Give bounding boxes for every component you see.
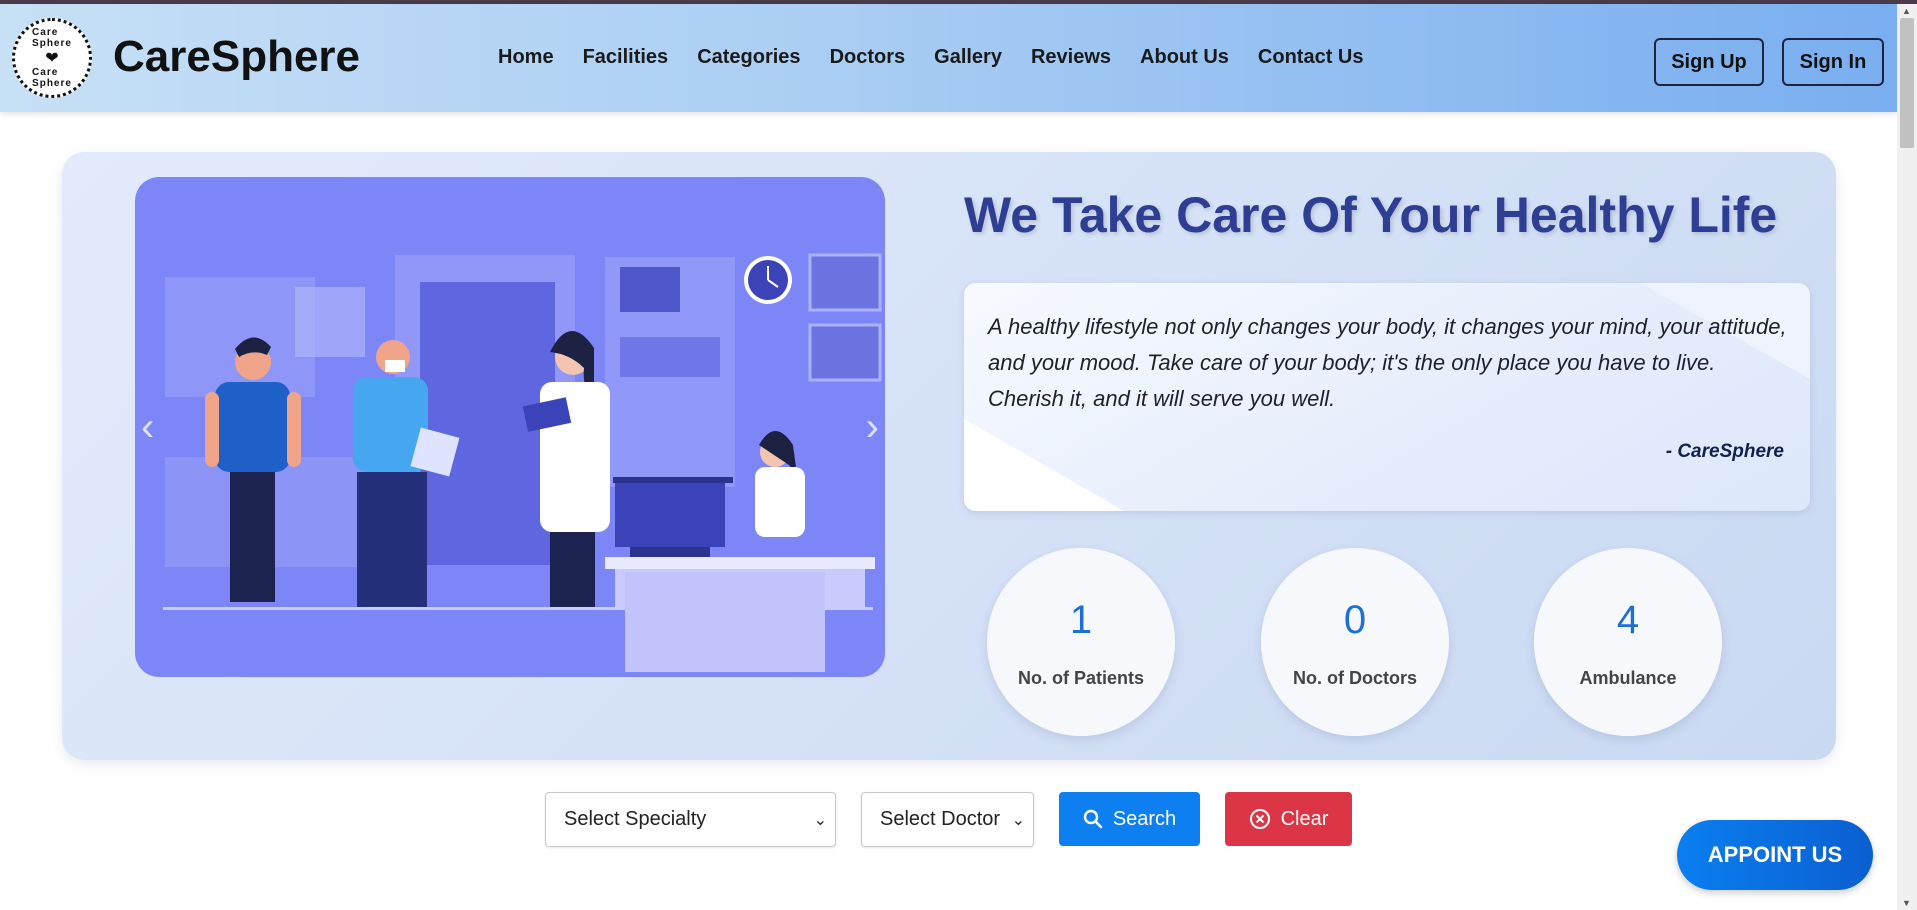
search-icon (1083, 809, 1103, 829)
quote-card-decoration-bottom (964, 419, 1124, 511)
nav-gallery[interactable]: Gallery (934, 46, 1002, 69)
search-button-label: Search (1112, 807, 1177, 830)
specialty-select[interactable]: Select Specialty ⌄ (545, 792, 836, 847)
brand-logo[interactable]: Care Sphere ❤ Care Sphere (12, 18, 92, 98)
clinic-illustration (163, 253, 882, 672)
nav-facilities[interactable]: Facilities (583, 46, 669, 69)
clear-button-label: Clear (1280, 807, 1329, 830)
chevron-right-icon[interactable]: › (866, 405, 879, 450)
stat-patients: 1 No. of Patients (987, 548, 1175, 736)
sign-in-button[interactable]: Sign In (1782, 38, 1884, 86)
nav-doctors[interactable]: Doctors (830, 46, 906, 69)
stat-value: 1 (1069, 598, 1093, 642)
brand-name[interactable]: CareSphere (113, 32, 360, 82)
quote-text: A healthy lifestyle not only changes you… (988, 314, 1787, 411)
quote-author: - CareSphere (1665, 441, 1784, 462)
doctor-select[interactable]: Select Doctor ⌄ (861, 792, 1034, 847)
scrollbar-thumb[interactable] (1900, 18, 1914, 148)
nav-about-us[interactable]: About Us (1140, 46, 1229, 69)
quote-card: A healthy lifestyle not only changes you… (964, 283, 1810, 511)
clear-button[interactable]: Clear (1225, 792, 1352, 846)
chevron-down-icon: ⌄ (813, 812, 827, 829)
page-scrollbar[interactable]: ▲ ▼ (1897, 4, 1917, 910)
stat-label: No. of Patients (1017, 668, 1144, 688)
scroll-down-icon[interactable]: ▼ (1902, 898, 1911, 908)
heart-icon: ❤ (45, 50, 59, 67)
nav-categories[interactable]: Categories (697, 46, 800, 69)
stat-doctors: 0 No. of Doctors (1261, 548, 1449, 736)
hero-section: ‹ › We Take Care Of Your Healthy Life A … (62, 152, 1836, 760)
main-nav: Home Facilities Categories Doctors Galle… (498, 46, 1393, 69)
stat-label: Ambulance (1579, 668, 1677, 688)
search-button[interactable]: Search (1059, 792, 1200, 846)
sign-up-button[interactable]: Sign Up (1654, 38, 1764, 86)
logo-ring-text-bottom: Care Sphere (32, 67, 72, 89)
doctor-select-value: Select Doctor (880, 808, 1001, 830)
scroll-up-icon[interactable]: ▲ (1902, 6, 1911, 16)
stat-ambulance: 4 Ambulance (1534, 548, 1722, 736)
nav-reviews[interactable]: Reviews (1031, 46, 1111, 69)
stat-value: 4 (1616, 598, 1640, 642)
stat-label: No. of Doctors (1293, 668, 1417, 688)
close-circle-icon (1249, 809, 1270, 829)
chevron-down-icon: ⌄ (1011, 812, 1025, 829)
logo-ring-text: Care Sphere (32, 27, 72, 49)
appoint-us-button[interactable]: APPOINT US (1677, 820, 1873, 890)
nav-home[interactable]: Home (498, 46, 554, 69)
specialty-select-value: Select Specialty (564, 808, 707, 830)
nav-contact-us[interactable]: Contact Us (1258, 46, 1364, 69)
stat-value: 0 (1343, 598, 1367, 642)
chevron-left-icon[interactable]: ‹ (141, 405, 154, 450)
hero-title: We Take Care Of Your Healthy Life (964, 187, 1778, 243)
hero-carousel[interactable]: ‹ › (135, 177, 885, 677)
site-header: Care Sphere ❤ Care Sphere CareSphere Hom… (0, 4, 1897, 112)
